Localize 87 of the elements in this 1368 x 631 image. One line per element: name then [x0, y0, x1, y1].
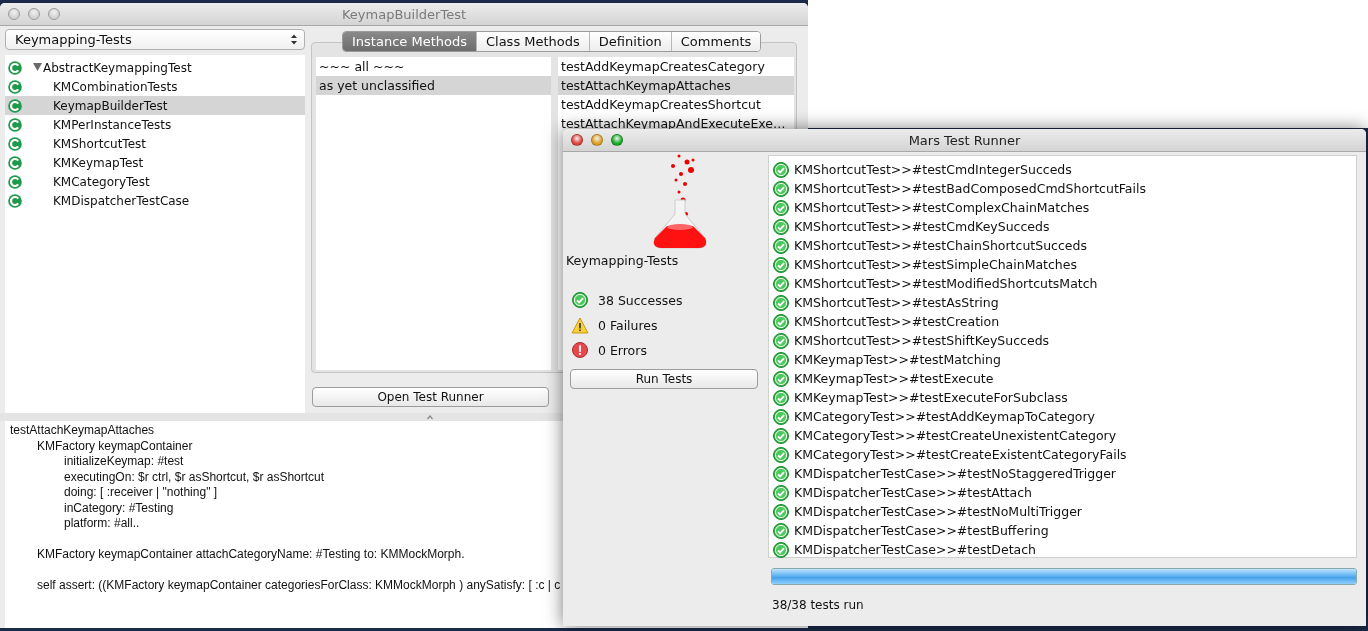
test-result[interactable]: KMDispatcherTestCase>>#testDetach — [794, 542, 1037, 557]
class-icon — [8, 136, 22, 151]
tab[interactable]: Instance Methods — [343, 32, 476, 51]
class-icon — [8, 174, 22, 189]
passed-icon — [773, 218, 789, 235]
minimize-button[interactable] — [28, 8, 40, 20]
passed-icon — [773, 275, 789, 292]
passed-icon — [773, 484, 789, 501]
method-item[interactable]: testAttachKeymapAttaches — [558, 76, 794, 95]
test-result[interactable]: KMDispatcherTestCase>>#testAttach — [794, 485, 1032, 500]
tab[interactable]: Comments — [670, 32, 761, 51]
test-result[interactable]: KMCategoryTest>>#testCreateExistentCategoryFails — [794, 447, 1127, 462]
test-result[interactable]: KMShortcutTest>>#testCmdIntegerSucceds — [794, 162, 1072, 177]
window-title: Mars Test Runner — [908, 132, 1021, 148]
stepper-icon — [290, 34, 298, 45]
error-icon — [572, 342, 588, 358]
passed-icon — [773, 503, 789, 520]
test-result[interactable]: KMShortcutTest>>#testAsString — [794, 295, 999, 310]
method-item[interactable]: testAttachKeymapAndExecuteExe… — [558, 114, 794, 133]
protocol-item[interactable]: ~~~ all ~~~ — [316, 57, 551, 76]
passed-icon — [773, 465, 789, 482]
passed-icon — [773, 199, 789, 216]
success-icon — [572, 292, 588, 308]
tab[interactable]: Class Methods — [475, 32, 589, 51]
class-tree-item[interactable]: KMCombinationTests — [5, 77, 305, 96]
test-result[interactable]: KMShortcutTest>>#testBadComposedCmdShortcutFails — [794, 181, 1146, 196]
passed-icon — [773, 237, 789, 254]
warning-icon — [571, 316, 589, 334]
class-icon — [8, 193, 22, 208]
class-icon — [8, 155, 22, 170]
summary-count: 38 Successes — [598, 292, 683, 308]
class-tree-item[interactable]: KMShortcutTest — [5, 134, 305, 153]
test-result[interactable]: KMDispatcherTestCase>>#testNoMultiTrigger — [794, 504, 1082, 519]
passed-icon — [773, 370, 789, 387]
test-result[interactable]: KMKeymapTest>>#testExecute — [794, 371, 994, 386]
method-item[interactable]: testAddKeymapCreatesShortcut — [558, 95, 794, 114]
test-result[interactable]: KMShortcutTest>>#testShiftKeySucceds — [794, 333, 1050, 348]
test-result[interactable]: KMDispatcherTestCase>>#testNoStaggeredTrigger — [794, 466, 1116, 481]
passed-icon — [773, 313, 789, 330]
class-tree-item[interactable]: AbstractKeymappingTest — [5, 58, 305, 77]
test-result[interactable]: KMShortcutTest>>#testCreation — [794, 314, 1000, 329]
class-tree-item[interactable]: KeymapBuilderTest — [5, 96, 305, 115]
window-title: KeymapBuilderTest — [342, 6, 466, 22]
package-name: Keymapping-Tests — [566, 253, 679, 268]
passed-icon — [773, 180, 789, 197]
splitter-grip-icon[interactable] — [427, 414, 433, 420]
zoom-button[interactable] — [48, 8, 60, 20]
close-button[interactable] — [8, 8, 20, 20]
passed-icon — [773, 294, 789, 311]
class-icon — [8, 117, 22, 132]
passed-icon — [773, 408, 789, 425]
status-text: 38/38 tests run — [772, 598, 864, 612]
test-result[interactable]: KMCategoryTest>>#testCreateUnexistentCategory — [794, 428, 1117, 443]
run-tests-button[interactable]: Run Tests — [570, 369, 758, 389]
test-result[interactable]: KMShortcutTest>>#testCmdKeySucceds — [794, 219, 1050, 234]
test-result[interactable]: KMCategoryTest>>#testAddKeymapToCategory — [794, 409, 1095, 424]
class-tree-item[interactable]: KMKeymapTest — [5, 153, 305, 172]
class-tree-item[interactable]: KMCategoryTest — [5, 172, 305, 191]
test-result[interactable]: KMDispatcherTestCase>>#testBuffering — [794, 523, 1049, 538]
passed-icon — [773, 446, 789, 463]
passed-icon — [773, 161, 789, 178]
test-result[interactable]: KMKeymapTest>>#testExecuteForSubclass — [794, 390, 1068, 405]
class-tree-item[interactable]: KMDispatcherTestCase — [5, 191, 305, 210]
test-result[interactable]: KMKeymapTest>>#testMatching — [794, 352, 1001, 367]
class-icon — [8, 79, 22, 94]
test-result[interactable]: KMShortcutTest>>#testModifiedShortcutsMatch — [794, 276, 1098, 291]
test-result[interactable]: KMShortcutTest>>#testComplexChainMatches — [794, 200, 1090, 215]
class-icon — [8, 60, 22, 75]
class-tree-item[interactable]: KMPerInstanceTests — [5, 115, 305, 134]
open-test-runner-button[interactable]: Open Test Runner — [312, 387, 549, 407]
summary-count: 0 Errors — [598, 342, 647, 358]
passed-icon — [773, 522, 789, 539]
passed-icon — [773, 389, 789, 406]
class-icon — [8, 98, 22, 113]
tab[interactable]: Definition — [588, 32, 671, 51]
test-result[interactable]: KMShortcutTest>>#testChainShortcutSucceds — [794, 238, 1087, 253]
protocol-item[interactable]: as yet unclassified — [316, 76, 551, 95]
package-dropdown[interactable]: Keymapping-Tests — [5, 29, 305, 50]
test-result[interactable]: KMShortcutTest>>#testSimpleChainMatches — [794, 257, 1077, 272]
method-item[interactable]: testAddKeymapCreatesCategory — [558, 57, 794, 76]
source-code[interactable]: testAttachKeymapAttaches KMFactory keymapContainer initializeKeymap: #test executingOn: $r ctrl, $r asShortcut, $r asShortcut doing: [ :receiver | "nothing" ] inCategory: #Testing platform: #all.. KMFactory keymapContainer attachCategoryName: #Testing to: KMMockMorph. self assert: ((KMFactory keymapContainer categoriesForClass: KMMockMorph ) anySatisfy: [ :c | c — [10, 423, 561, 594]
passed-icon — [773, 427, 789, 444]
passed-icon — [773, 256, 789, 273]
passed-icon — [773, 351, 789, 368]
summary-count: 0 Failures — [598, 317, 658, 333]
passed-icon — [773, 332, 789, 349]
disclosure-triangle-icon[interactable] — [33, 63, 42, 72]
